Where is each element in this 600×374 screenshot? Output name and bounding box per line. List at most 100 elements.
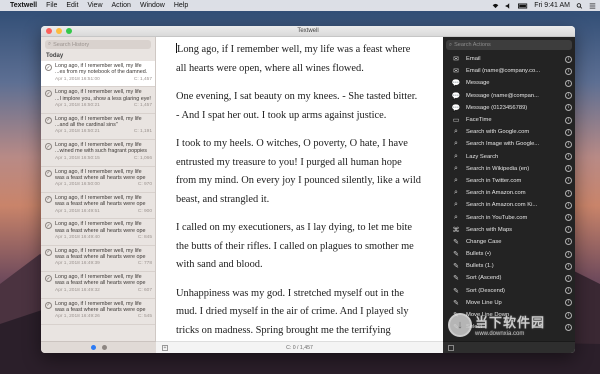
action-item[interactable]: ⌕ Search with Google.com i xyxy=(443,126,575,138)
info-icon[interactable]: i xyxy=(565,140,572,148)
volume-icon[interactable] xyxy=(505,2,512,9)
info-icon[interactable]: i xyxy=(565,92,572,100)
history-item-body: Long ago, if I remember well, my life...… xyxy=(55,142,152,164)
history-item[interactable]: ✓ Long ago, if I remember well, my life..… xyxy=(41,87,155,114)
editor-paragraph[interactable]: I took to my heels. O witches, O poverty… xyxy=(176,135,423,209)
action-item[interactable]: ⌕ Search in Amazon.com Ki... i xyxy=(443,199,575,211)
action-item[interactable]: 💬 Message i xyxy=(443,77,575,89)
history-item[interactable]: ✓ Long ago, if I remember well, my life wa… xyxy=(41,246,155,273)
info-icon[interactable]: i xyxy=(565,177,572,185)
action-item[interactable]: ⌕ Search in Amazon.com i xyxy=(443,187,575,199)
action-item[interactable]: ✉ Email (name@company.co... i xyxy=(443,65,575,77)
history-sidebar: ⌕ Search History Today ✓ Long ago, if I r… xyxy=(41,37,156,341)
action-item[interactable]: ⌕ Search in Wikipedia (en) i xyxy=(443,163,575,175)
spotlight-search-icon[interactable] xyxy=(576,2,583,9)
info-icon[interactable]: i xyxy=(565,55,572,63)
info-icon[interactable]: i xyxy=(565,299,572,307)
editor-paragraph[interactable]: One evening, I sat beauty on my knees. -… xyxy=(176,88,423,125)
action-item[interactable]: ✎ Sort (Descend) i xyxy=(443,285,575,297)
history-item-date: Apr 1, 2018 16:49:32 xyxy=(55,287,100,293)
actions-search-input[interactable]: ⌕ Search Actions xyxy=(446,40,572,50)
action-item[interactable]: 💬 Message (name@compan... i xyxy=(443,90,575,102)
menu-window[interactable]: Window xyxy=(140,2,165,9)
action-item[interactable]: ⌕ Lazy Search i xyxy=(443,151,575,163)
history-item[interactable]: ✓ Long ago, if I remember well, my life wa… xyxy=(41,299,155,325)
info-icon[interactable]: i xyxy=(565,116,572,124)
editor-paragraph[interactable]: I called on my executioners, as I lay dy… xyxy=(176,219,423,275)
sidebar-toggle-icon[interactable]: + xyxy=(162,345,168,351)
checkmark-icon: ✓ xyxy=(45,275,52,283)
battery-icon[interactable] xyxy=(518,3,528,9)
info-icon[interactable]: i xyxy=(565,104,572,112)
history-item[interactable]: ✓ Long ago, if I remember well, my life wa… xyxy=(41,219,155,246)
history-item[interactable]: ✓ Long ago, if I remember well, my life wa… xyxy=(41,193,155,220)
history-item-date: Apr 1, 2018 16:49:40 xyxy=(55,234,100,240)
history-item[interactable]: ✓ Long ago, if I remember well, my life wa… xyxy=(41,167,155,193)
info-icon[interactable]: i xyxy=(565,323,572,331)
action-item[interactable]: ⌕ Search in YouTube.com i xyxy=(443,211,575,223)
editor-status-bar: + C: 0 / 1,457 xyxy=(156,341,443,353)
editor-paragraph[interactable]: Long ago, if I remember well, my life wa… xyxy=(176,41,423,78)
text-editor[interactable]: Long ago, if I remember well, my life wa… xyxy=(156,37,443,341)
menu-app-name[interactable]: Textwell xyxy=(10,2,37,9)
action-item[interactable]: ✎ Sort (Ascend) i xyxy=(443,272,575,284)
history-item[interactable]: ✓ Long ago, if I remember well, my life..… xyxy=(41,140,155,167)
history-filter-active-icon[interactable] xyxy=(90,345,96,350)
history-item-count: C: 545 xyxy=(137,314,152,320)
search-icon: ⌕ xyxy=(454,189,458,197)
history-item[interactable]: ✓ Long ago, if I remember well, my life wa… xyxy=(41,272,155,299)
info-icon[interactable]: i xyxy=(565,250,572,258)
action-label: Bullets (•) xyxy=(466,251,491,258)
history-item[interactable]: ✓ Long ago, if I remember well, my life..… xyxy=(41,61,155,88)
menu-file[interactable]: File xyxy=(46,2,57,9)
info-icon[interactable]: i xyxy=(565,311,572,319)
menu-action[interactable]: Action xyxy=(112,2,131,9)
history-settings-icon[interactable] xyxy=(101,345,107,350)
info-icon[interactable]: i xyxy=(565,287,572,295)
menu-edit[interactable]: Edit xyxy=(66,2,78,9)
info-icon[interactable]: i xyxy=(565,128,572,136)
action-item[interactable]: ▭ FaceTime i xyxy=(443,114,575,126)
action-item[interactable]: ✎ Move Line Up i xyxy=(443,297,575,309)
menu-clock[interactable]: Fri 9:41 AM xyxy=(534,2,570,9)
wifi-icon[interactable] xyxy=(492,3,499,9)
action-item[interactable]: ⌕ Search in Twitter.com i xyxy=(443,175,575,187)
textwell-window: Textwell ⌕ Search History Today ✓ Long ag… xyxy=(41,26,575,353)
history-item-body: Long ago, if I remember well, my life was… xyxy=(55,301,152,323)
action-item[interactable]: ✎ Bullets (1.) i xyxy=(443,260,575,272)
action-item[interactable]: ⌕ Search Image with Google... i xyxy=(443,138,575,150)
info-icon[interactable]: i xyxy=(565,201,572,209)
history-section-today: Today xyxy=(46,53,64,59)
info-icon[interactable]: i xyxy=(565,262,572,270)
info-icon[interactable]: i xyxy=(565,67,572,75)
info-icon[interactable]: i xyxy=(565,226,572,234)
history-item-body: Long ago, if I remember well, my life was… xyxy=(55,248,152,270)
action-item[interactable]: 💬 Message (0123456789) i xyxy=(443,102,575,114)
info-icon[interactable]: i xyxy=(565,214,572,222)
history-item-line1: Long ago, if I remember well, my life xyxy=(55,89,142,96)
actions-panel-toggle-icon[interactable] xyxy=(448,345,454,351)
history-item[interactable]: ✓ Long ago, if I remember well, my life..… xyxy=(41,114,155,141)
action-label: Search with Maps xyxy=(466,226,513,233)
menu-view[interactable]: View xyxy=(87,2,102,9)
action-label: Move Line Up xyxy=(466,299,502,306)
history-list: ✓ Long ago, if I remember well, my life..… xyxy=(41,61,155,325)
watermark-logo-icon: ↓ xyxy=(448,312,472,337)
menu-help[interactable]: Help xyxy=(174,2,188,9)
info-icon[interactable]: i xyxy=(565,165,572,173)
info-icon[interactable]: i xyxy=(565,274,572,282)
action-item[interactable]: ✉ Email i xyxy=(443,53,575,65)
notification-center-icon[interactable] xyxy=(589,3,596,9)
actions-search-placeholder: Search Actions xyxy=(454,42,491,48)
message-icon: 💬 xyxy=(451,80,461,88)
history-item-date: Apr 1, 2018 16:50:21 xyxy=(55,102,100,108)
info-icon[interactable]: i xyxy=(565,238,572,246)
info-icon[interactable]: i xyxy=(565,153,572,161)
action-item[interactable]: ✎ Change Case i xyxy=(443,236,575,248)
info-icon[interactable]: i xyxy=(565,189,572,197)
action-item[interactable]: ⌘ Search with Maps i xyxy=(443,224,575,236)
history-search-input[interactable]: ⌕ Search History xyxy=(45,40,151,49)
action-item[interactable]: ✎ Bullets (•) i xyxy=(443,248,575,260)
editor-paragraph[interactable]: Unhappiness was my god. I stretched myse… xyxy=(176,285,423,342)
info-icon[interactable]: i xyxy=(565,79,572,87)
